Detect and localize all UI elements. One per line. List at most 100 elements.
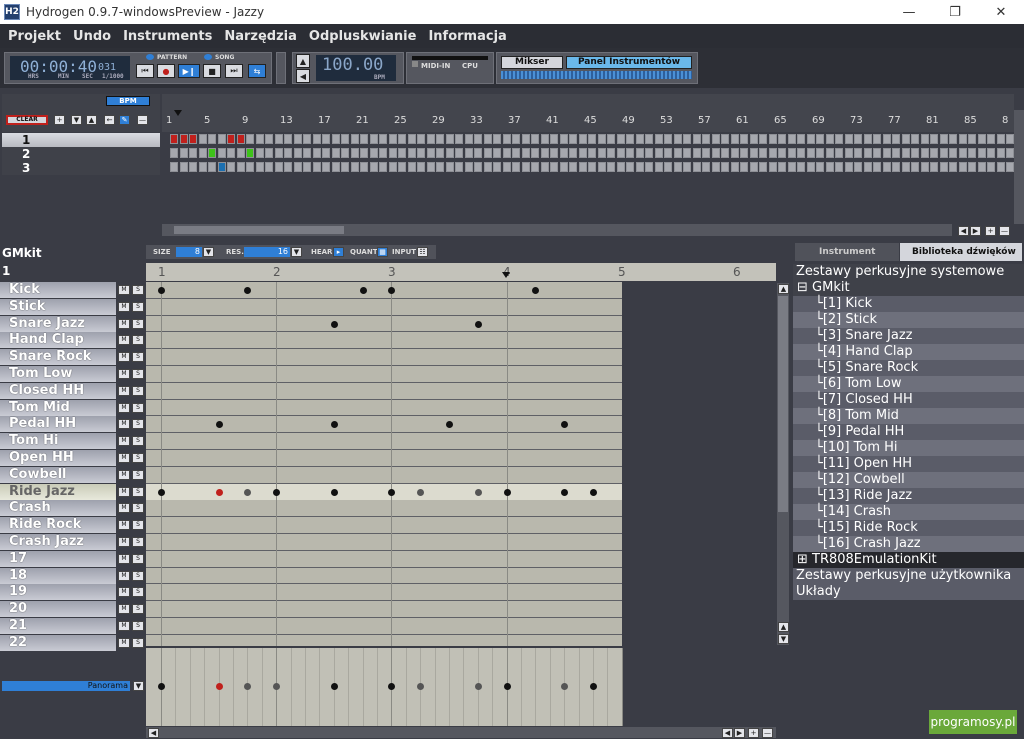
note-grid[interactable] bbox=[146, 282, 622, 646]
move-down-button[interactable]: ▼ bbox=[71, 115, 82, 125]
solo-button[interactable]: S bbox=[132, 285, 144, 295]
song-cell[interactable] bbox=[569, 148, 577, 158]
song-cell[interactable] bbox=[626, 134, 634, 144]
song-cell[interactable] bbox=[787, 162, 796, 172]
song-cell[interactable] bbox=[559, 134, 568, 144]
song-scroll-right[interactable]: ▶ bbox=[970, 226, 981, 236]
song-cell[interactable] bbox=[987, 148, 995, 158]
song-cell[interactable] bbox=[759, 148, 767, 158]
note[interactable] bbox=[359, 287, 367, 294]
song-cell[interactable] bbox=[825, 134, 834, 144]
song-cell[interactable] bbox=[740, 148, 748, 158]
song-cell[interactable] bbox=[607, 134, 615, 144]
song-cell[interactable] bbox=[198, 148, 207, 158]
song-cell[interactable] bbox=[265, 148, 273, 158]
drumkit-instrument-item[interactable]: └[8] Tom Mid bbox=[793, 408, 1024, 424]
pan-value[interactable] bbox=[330, 683, 338, 690]
instrument-row[interactable]: 20 bbox=[0, 601, 116, 618]
note[interactable] bbox=[532, 287, 540, 294]
song-cell[interactable] bbox=[246, 162, 254, 172]
song-cell[interactable] bbox=[759, 162, 767, 172]
song-h-scroll-thumb[interactable] bbox=[174, 226, 344, 234]
song-cell[interactable] bbox=[968, 134, 976, 144]
song-cell[interactable] bbox=[474, 134, 482, 144]
note[interactable] bbox=[446, 421, 453, 429]
song-cell[interactable] bbox=[968, 162, 976, 172]
song-cell[interactable] bbox=[911, 148, 919, 158]
song-cell[interactable] bbox=[854, 134, 862, 144]
pan-value[interactable] bbox=[215, 683, 223, 690]
stop-button[interactable]: ■ bbox=[203, 64, 221, 78]
song-cell[interactable] bbox=[645, 162, 653, 172]
move-up-button[interactable]: ▲ bbox=[86, 115, 97, 125]
song-cell[interactable] bbox=[274, 134, 283, 144]
song-cell[interactable] bbox=[445, 162, 454, 172]
pattern-v-scroll-thumb[interactable] bbox=[778, 296, 788, 512]
rewind-button[interactable]: ⏮ bbox=[136, 64, 154, 78]
song-cell[interactable] bbox=[398, 134, 406, 144]
solo-button[interactable]: S bbox=[132, 621, 144, 631]
song-cell[interactable] bbox=[246, 148, 254, 158]
song-cell[interactable] bbox=[179, 148, 188, 158]
song-cell[interactable] bbox=[702, 134, 710, 144]
drumkit-instrument-item[interactable]: └[7] Closed HH bbox=[793, 392, 1024, 408]
song-cell[interactable] bbox=[512, 162, 520, 172]
instrument-row[interactable]: 22 bbox=[0, 634, 116, 651]
song-cell[interactable] bbox=[844, 134, 853, 144]
song-cell[interactable] bbox=[626, 148, 634, 158]
tab-sound-library[interactable]: Biblioteka dźwięków bbox=[900, 243, 1022, 261]
solo-button[interactable]: S bbox=[132, 335, 144, 346]
mute-button[interactable]: M bbox=[118, 570, 130, 581]
song-cell[interactable] bbox=[360, 148, 368, 158]
song-cell[interactable] bbox=[227, 148, 235, 158]
pan-value[interactable] bbox=[388, 683, 396, 690]
gmkit-item[interactable]: ⊟ GMkit bbox=[793, 280, 1024, 296]
song-cell[interactable] bbox=[540, 134, 549, 144]
song-cell[interactable] bbox=[949, 134, 957, 144]
song-cell[interactable] bbox=[455, 148, 463, 158]
pattern-3[interactable]: 3 bbox=[2, 161, 160, 175]
drumkit-instrument-item[interactable]: └[2] Stick bbox=[793, 312, 1024, 328]
song-cell[interactable] bbox=[350, 148, 359, 158]
drumkit-instrument-item[interactable]: └[11] Open HH bbox=[793, 456, 1024, 472]
instrument-row[interactable]: Kick bbox=[0, 282, 116, 298]
song-cell[interactable] bbox=[645, 134, 653, 144]
song-cell[interactable] bbox=[341, 162, 349, 172]
song-cell[interactable] bbox=[540, 148, 549, 158]
song-cell[interactable] bbox=[208, 162, 216, 172]
note[interactable] bbox=[158, 488, 165, 496]
instrument-row[interactable]: Tom Hi bbox=[0, 433, 116, 450]
tr808-kit-item[interactable]: ⊞ TR808EmulationKit bbox=[793, 552, 1024, 568]
drumkit-instrument-item[interactable]: └[15] Ride Rock bbox=[793, 520, 1024, 536]
note[interactable] bbox=[330, 320, 338, 328]
song-cell[interactable] bbox=[635, 148, 644, 158]
song-cell[interactable] bbox=[825, 148, 834, 158]
song-cell[interactable] bbox=[189, 134, 197, 144]
song-cell[interactable] bbox=[369, 162, 378, 172]
note[interactable] bbox=[417, 488, 425, 496]
song-cell[interactable] bbox=[740, 162, 748, 172]
song-cell[interactable] bbox=[274, 162, 283, 172]
song-cell[interactable] bbox=[797, 148, 805, 158]
song-cell[interactable] bbox=[322, 134, 330, 144]
song-cell[interactable] bbox=[711, 148, 720, 158]
user-kits-item[interactable]: Zestawy perkusyjne użytkownika bbox=[793, 568, 1024, 584]
song-cell[interactable] bbox=[179, 134, 188, 144]
mute-button[interactable]: M bbox=[118, 335, 130, 346]
song-cell[interactable] bbox=[778, 162, 786, 172]
song-cell[interactable] bbox=[379, 134, 387, 144]
song-cell[interactable] bbox=[407, 134, 416, 144]
song-cell[interactable] bbox=[502, 162, 511, 172]
song-cell[interactable] bbox=[588, 148, 596, 158]
song-cell[interactable] bbox=[920, 148, 929, 158]
song-cell[interactable] bbox=[778, 134, 786, 144]
song-cell[interactable] bbox=[398, 162, 406, 172]
note[interactable] bbox=[474, 488, 482, 496]
song-cell[interactable] bbox=[901, 162, 910, 172]
song-cell[interactable] bbox=[635, 162, 644, 172]
song-cell[interactable] bbox=[863, 148, 872, 158]
song-cell[interactable] bbox=[464, 134, 473, 144]
song-cell[interactable] bbox=[996, 162, 1005, 172]
song-cell[interactable] bbox=[360, 162, 368, 172]
instrument-row[interactable]: Closed HH bbox=[0, 382, 116, 399]
